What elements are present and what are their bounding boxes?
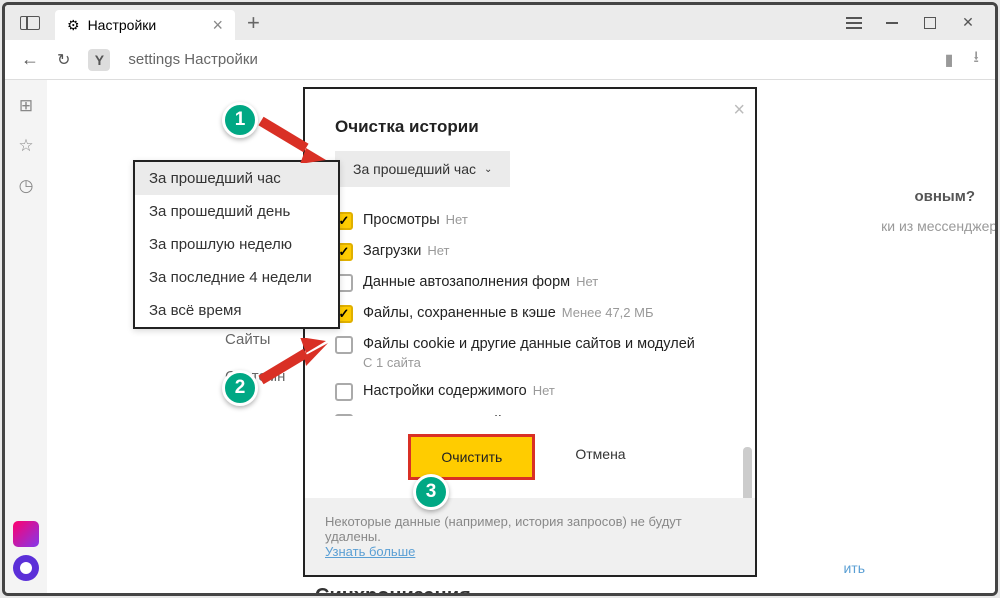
window-controls: ✕: [835, 5, 987, 40]
dropdown-option[interactable]: За прошлую неделю: [135, 228, 338, 261]
callout-arrow-1: [256, 108, 336, 163]
sidebar-app-2[interactable]: [13, 555, 39, 581]
option-downloads: ЗагрузкиНет: [335, 236, 725, 267]
bg-text: ки из мессенджеров, почтовых клие: [881, 218, 998, 234]
option-views: ПросмотрыНет: [335, 205, 725, 236]
download-icon[interactable]: ⭳: [973, 46, 979, 73]
time-range-select[interactable]: За прошедший час ⌄: [335, 151, 510, 187]
maximize-button[interactable]: [911, 9, 949, 37]
dialog-close-icon[interactable]: ×: [733, 99, 745, 122]
browser-window: ⚙ Настройки × + ✕ ← ↻ Y settings Настрой…: [2, 2, 998, 596]
active-tab[interactable]: ⚙ Настройки ×: [55, 10, 235, 40]
sync-heading: Синхронизация: [315, 585, 471, 596]
left-sidebar: ⊞ ☆ ◷: [5, 80, 47, 593]
panel-toggle[interactable]: [5, 5, 55, 40]
gear-icon: ⚙: [67, 17, 80, 34]
dialog-actions: Очистить Отмена: [305, 416, 755, 498]
callout-arrow-2: [256, 338, 336, 393]
sidebar-app-1[interactable]: [13, 521, 39, 547]
option-cookies: Файлы cookie и другие данные сайтов и мо…: [335, 329, 725, 376]
time-range-label: За прошедший час: [353, 161, 476, 177]
bookmark-icon[interactable]: ▮: [945, 50, 954, 70]
address-bar: ← ↻ Y settings Настройки ▮ ⭳: [5, 40, 995, 80]
callout-marker-2: 2: [222, 370, 258, 406]
chevron-down-icon: ⌄: [484, 164, 492, 175]
tab-bar: ⚙ Настройки × + ✕: [5, 5, 995, 40]
history-icon[interactable]: ◷: [19, 176, 34, 196]
checkbox[interactable]: [335, 336, 353, 354]
dropdown-option[interactable]: За последние 4 недели: [135, 261, 338, 294]
learn-more-link[interactable]: Узнать больше: [325, 544, 415, 559]
option-app-data: Данные приложений: [335, 407, 725, 416]
browser-logo-icon: Y: [88, 49, 110, 71]
close-icon[interactable]: ×: [212, 15, 223, 36]
star-icon[interactable]: ☆: [18, 136, 33, 156]
cancel-button[interactable]: Отмена: [549, 434, 651, 480]
panel-icon: [20, 16, 40, 30]
back-button[interactable]: ←: [21, 49, 39, 70]
tab-title: Настройки: [88, 17, 157, 33]
grid-icon[interactable]: ⊞: [19, 96, 33, 116]
bg-heading: овным?: [914, 188, 975, 205]
clear-history-dialog: × Очистка истории За прошедший час ⌄ Про…: [303, 87, 757, 577]
dialog-title: Очистка истории: [305, 89, 755, 151]
address-text[interactable]: settings Настройки: [128, 51, 257, 68]
menu-button[interactable]: [835, 9, 873, 37]
dialog-footer: Некоторые данные (например, история запр…: [305, 498, 755, 575]
checkbox[interactable]: [335, 383, 353, 401]
option-content-settings: Настройки содержимогоНет: [335, 376, 725, 407]
callout-marker-1: 1: [222, 102, 258, 138]
new-tab-button[interactable]: +: [247, 10, 260, 36]
option-autofill: Данные автозаполнения формНет: [335, 267, 725, 298]
time-range-dropdown: За прошедший час За прошедший день За пр…: [133, 160, 340, 329]
callout-marker-3: 3: [413, 474, 449, 510]
bg-link[interactable]: ить: [843, 560, 865, 576]
dialog-body: За прошедший час ⌄ ПросмотрыНет Загрузки…: [305, 151, 755, 416]
dropdown-option[interactable]: За прошедший день: [135, 195, 338, 228]
minimize-button[interactable]: [873, 9, 911, 37]
window-close-button[interactable]: ✕: [949, 9, 987, 37]
reload-button[interactable]: ↻: [57, 50, 70, 70]
option-cache: Файлы, сохраненные в кэшеМенее 47,2 МБ: [335, 298, 725, 329]
dropdown-option[interactable]: За прошедший час: [135, 162, 338, 195]
clear-button[interactable]: Очистить: [408, 434, 535, 480]
dropdown-option[interactable]: За всё время: [135, 294, 338, 327]
